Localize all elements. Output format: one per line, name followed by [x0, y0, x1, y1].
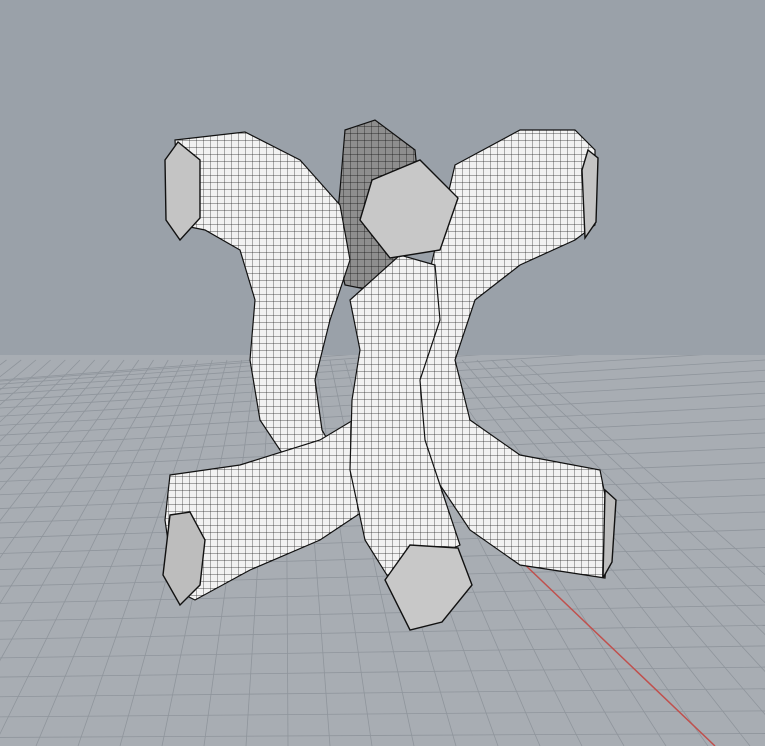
3d-viewport[interactable] — [0, 0, 765, 746]
viewport-canvas[interactable] — [0, 0, 765, 746]
